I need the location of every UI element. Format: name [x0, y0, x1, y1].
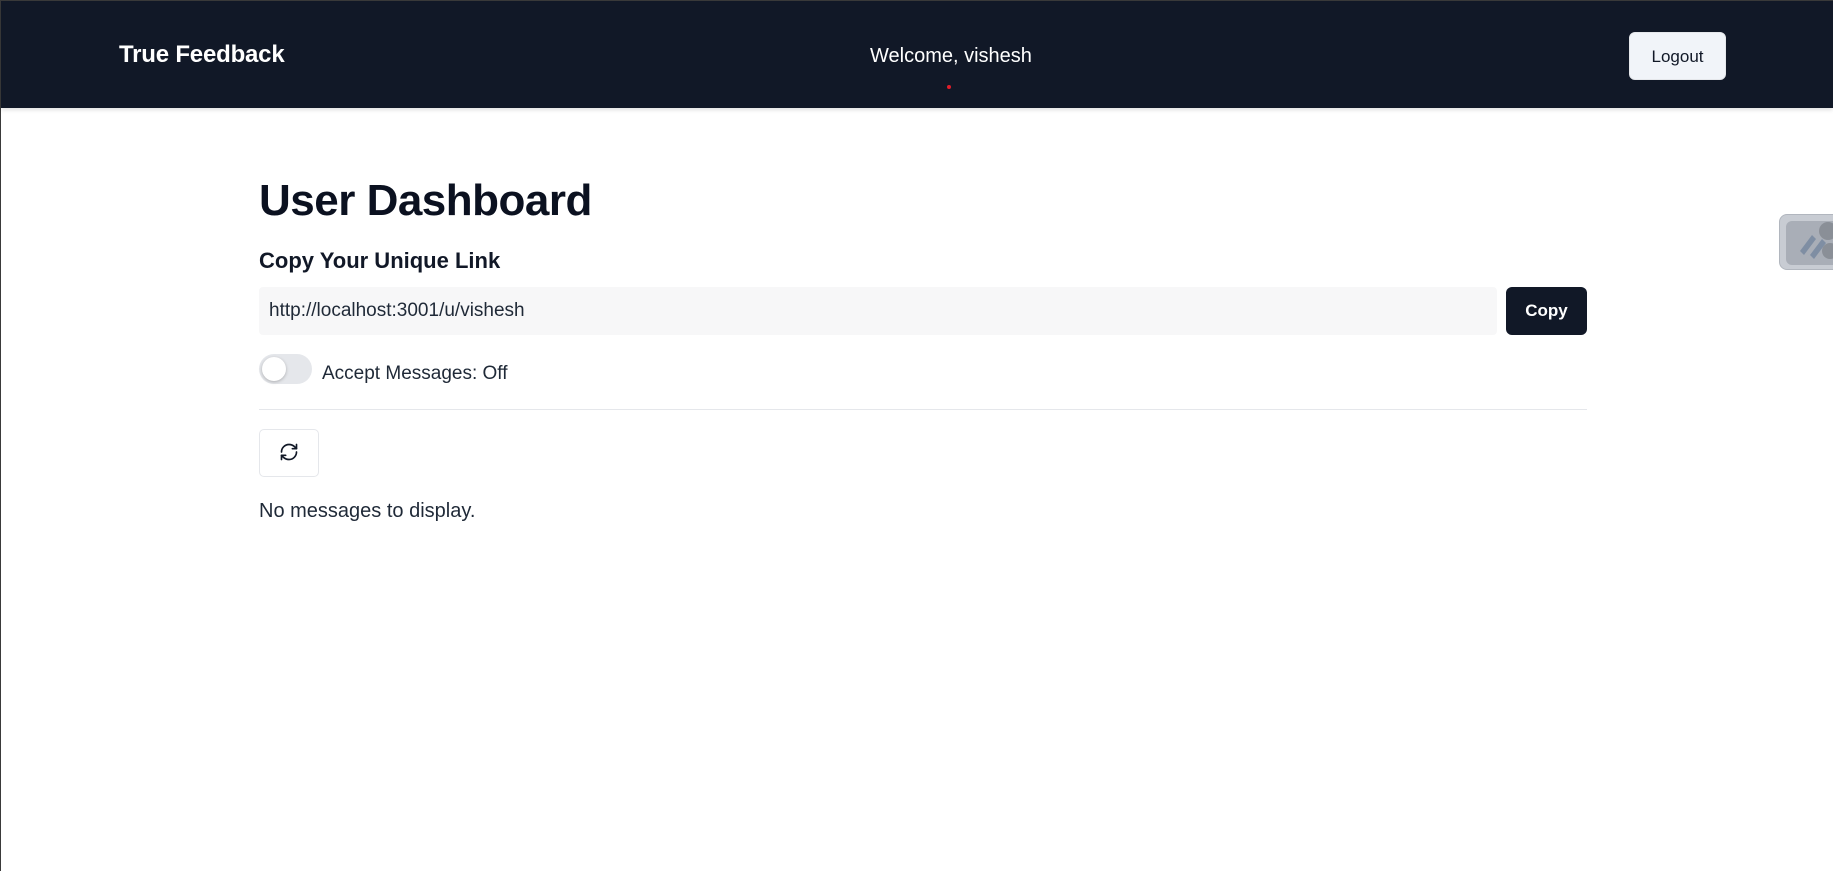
- unique-link-input[interactable]: [259, 287, 1497, 335]
- brand-logo-link[interactable]: True Feedback: [119, 40, 285, 70]
- welcome-text: Welcome, vishesh: [870, 45, 1032, 67]
- page: True Feedback Welcome, vishesh Logout Us…: [0, 0, 1833, 871]
- empty-messages-text: No messages to display.: [259, 500, 476, 522]
- copy-button[interactable]: Copy: [1506, 287, 1587, 335]
- accept-messages-label: Accept Messages: Off: [322, 363, 508, 384]
- navbar: True Feedback Welcome, vishesh Logout: [1, 1, 1833, 108]
- copy-link-heading: Copy Your Unique Link: [259, 248, 501, 273]
- divider: [259, 409, 1587, 410]
- page-title: User Dashboard: [259, 176, 592, 225]
- status-dot: [947, 85, 951, 89]
- accept-messages-switch[interactable]: [259, 354, 312, 384]
- switch-knob: [262, 357, 286, 381]
- refresh-button[interactable]: [259, 429, 319, 477]
- side-widget-button[interactable]: [1779, 214, 1833, 270]
- logout-button[interactable]: Logout: [1629, 32, 1726, 80]
- extension-widget-icon: [1786, 221, 1833, 265]
- refresh-icon: [279, 442, 299, 465]
